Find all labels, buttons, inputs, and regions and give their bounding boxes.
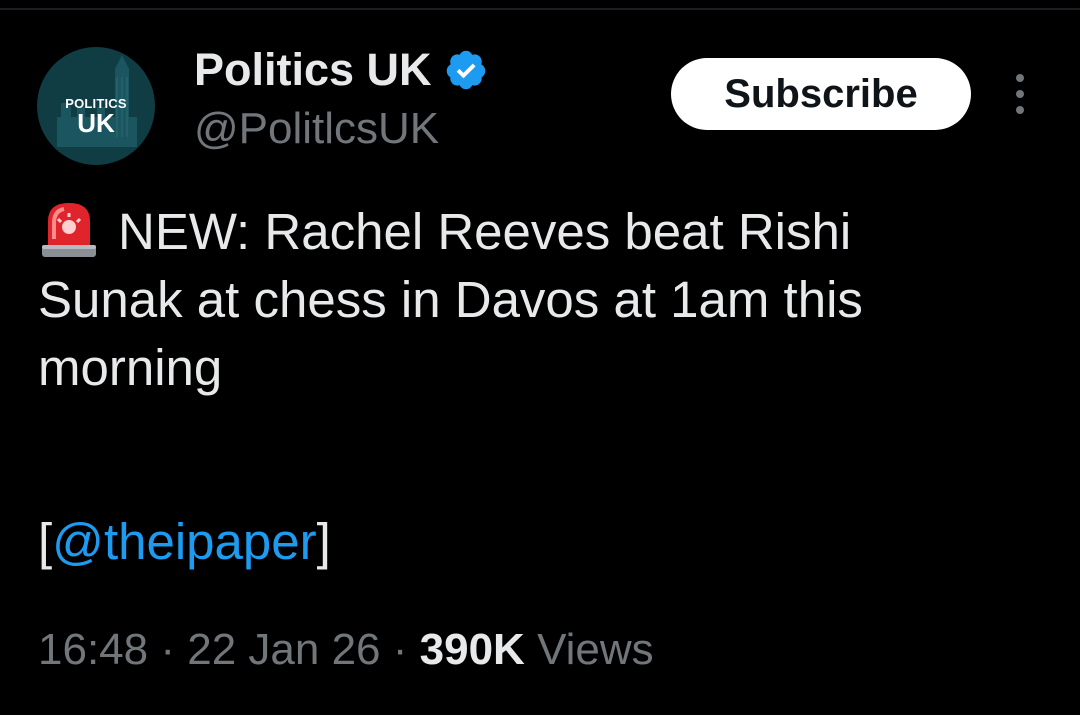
avatar-text-uk: UK <box>77 108 115 138</box>
avatar[interactable]: POLITICS UK <box>37 47 155 165</box>
tweet-meta: 16:48 · 22 Jan 26 · 390K Views <box>38 622 654 678</box>
separator-dot: · <box>160 625 175 674</box>
bracket-close: ] <box>316 513 331 570</box>
tweet-time[interactable]: 16:48 <box>38 625 148 674</box>
tweet-line-1: NEW: Rachel Reeves beat Rishi <box>38 198 1038 266</box>
bracket-open: [ <box>38 513 53 570</box>
tweet-line-3: morning <box>38 339 223 396</box>
tweet-line-2: Sunak at chess in Davos at 1am this <box>38 271 863 328</box>
police-siren-icon <box>42 203 96 257</box>
views-count[interactable]: 390K <box>420 625 525 674</box>
more-options-icon[interactable] <box>1008 74 1032 114</box>
source-line: [@theipaper] <box>38 508 331 576</box>
tweet-line-1-text: NEW: Rachel Reeves beat Rishi <box>118 203 852 260</box>
account-handle[interactable]: @PolitlcsUK <box>194 104 439 154</box>
separator-dot: · <box>392 625 408 674</box>
mention-link[interactable]: @theipaper <box>52 513 316 570</box>
views-label[interactable]: Views <box>537 625 654 674</box>
display-name[interactable]: Politics UK <box>194 44 432 96</box>
tweet-date[interactable]: 22 Jan 26 <box>187 625 380 674</box>
verified-badge-icon <box>446 50 485 90</box>
subscribe-button[interactable]: Subscribe <box>671 58 971 130</box>
tweet-text: NEW: Rachel Reeves beat Rishi Sunak at c… <box>38 198 1038 402</box>
top-divider <box>0 8 1080 10</box>
display-name-row: Politics UK <box>194 44 488 96</box>
